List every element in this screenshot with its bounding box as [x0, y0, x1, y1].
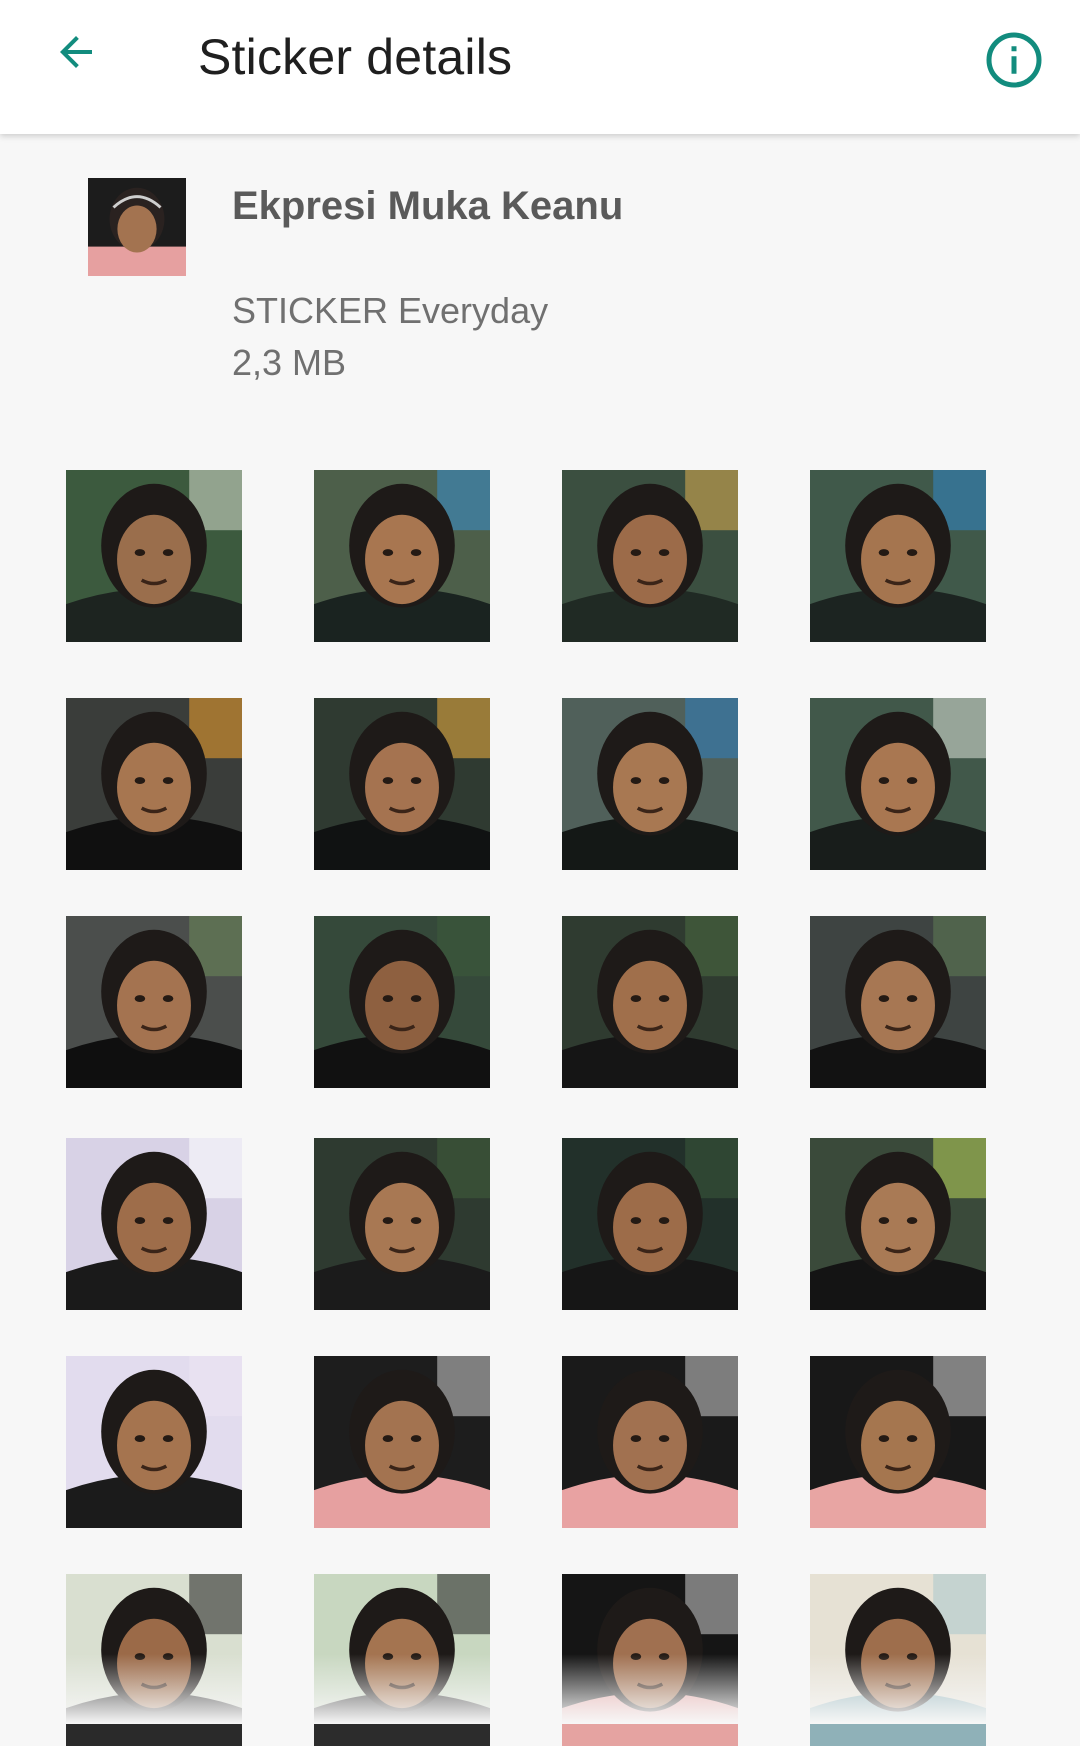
sticker-image: [810, 916, 986, 1088]
sticker-item[interactable]: [562, 1574, 738, 1746]
sticker-item[interactable]: [66, 1356, 242, 1528]
sticker-item[interactable]: [66, 1574, 242, 1746]
arrow-left-icon: [60, 36, 92, 68]
sticker-image: [562, 1574, 738, 1746]
sticker-image: [562, 698, 738, 870]
sticker-item[interactable]: [314, 1138, 490, 1310]
sticker-image: [562, 916, 738, 1088]
info-icon: [986, 32, 1042, 88]
sticker-image: [66, 698, 242, 870]
sticker-image: [562, 1356, 738, 1528]
sticker-item[interactable]: [562, 1138, 738, 1310]
sticker-item[interactable]: [66, 698, 242, 870]
pack-header: Ekpresi Muka Keanu STICKER Everyday 2,3 …: [0, 134, 1080, 434]
sticker-item[interactable]: [562, 698, 738, 870]
sticker-item[interactable]: [810, 916, 986, 1088]
sticker-image: [810, 1138, 986, 1310]
sticker-image: [66, 916, 242, 1088]
sticker-image: [66, 1574, 242, 1746]
sticker-item[interactable]: [562, 470, 738, 642]
info-button[interactable]: [978, 24, 1050, 96]
sticker-image: [810, 698, 986, 870]
sticker-item[interactable]: [810, 698, 986, 870]
sticker-item[interactable]: [562, 1356, 738, 1528]
sticker-item[interactable]: [66, 1138, 242, 1310]
sticker-item[interactable]: [314, 698, 490, 870]
app-bar: Sticker details: [0, 0, 1080, 134]
sticker-image: [810, 470, 986, 642]
sticker-item[interactable]: [810, 470, 986, 642]
sticker-item[interactable]: [66, 470, 242, 642]
sticker-image: [66, 1356, 242, 1528]
sticker-image: [314, 1356, 490, 1528]
back-button[interactable]: [44, 20, 108, 84]
sticker-image: [562, 470, 738, 642]
sticker-image: [314, 1138, 490, 1310]
sticker-item[interactable]: [810, 1356, 986, 1528]
sticker-item[interactable]: [314, 470, 490, 642]
sticker-image: [66, 1138, 242, 1310]
pack-publisher: STICKER Everyday: [232, 290, 549, 331]
sticker-item[interactable]: [314, 916, 490, 1088]
sticker-item[interactable]: [314, 1574, 490, 1746]
sticker-item[interactable]: [66, 916, 242, 1088]
sticker-item[interactable]: [314, 1356, 490, 1528]
sticker-item[interactable]: [562, 916, 738, 1088]
sticker-image: [810, 1356, 986, 1528]
sticker-image: [314, 698, 490, 870]
pack-tray-icon: [88, 178, 186, 276]
pack-name: Ekpresi Muka Keanu: [232, 184, 624, 228]
sticker-image: [314, 470, 490, 642]
sticker-image: [314, 916, 490, 1088]
page-title: Sticker details: [198, 29, 513, 85]
sticker-image: [810, 1574, 986, 1746]
sticker-image: [66, 470, 242, 642]
sticker-image: [314, 1574, 490, 1746]
sticker-item[interactable]: [810, 1574, 986, 1746]
sticker-image: [562, 1138, 738, 1310]
pack-size: 2,3 MB: [232, 342, 347, 383]
sticker-item[interactable]: [810, 1138, 986, 1310]
